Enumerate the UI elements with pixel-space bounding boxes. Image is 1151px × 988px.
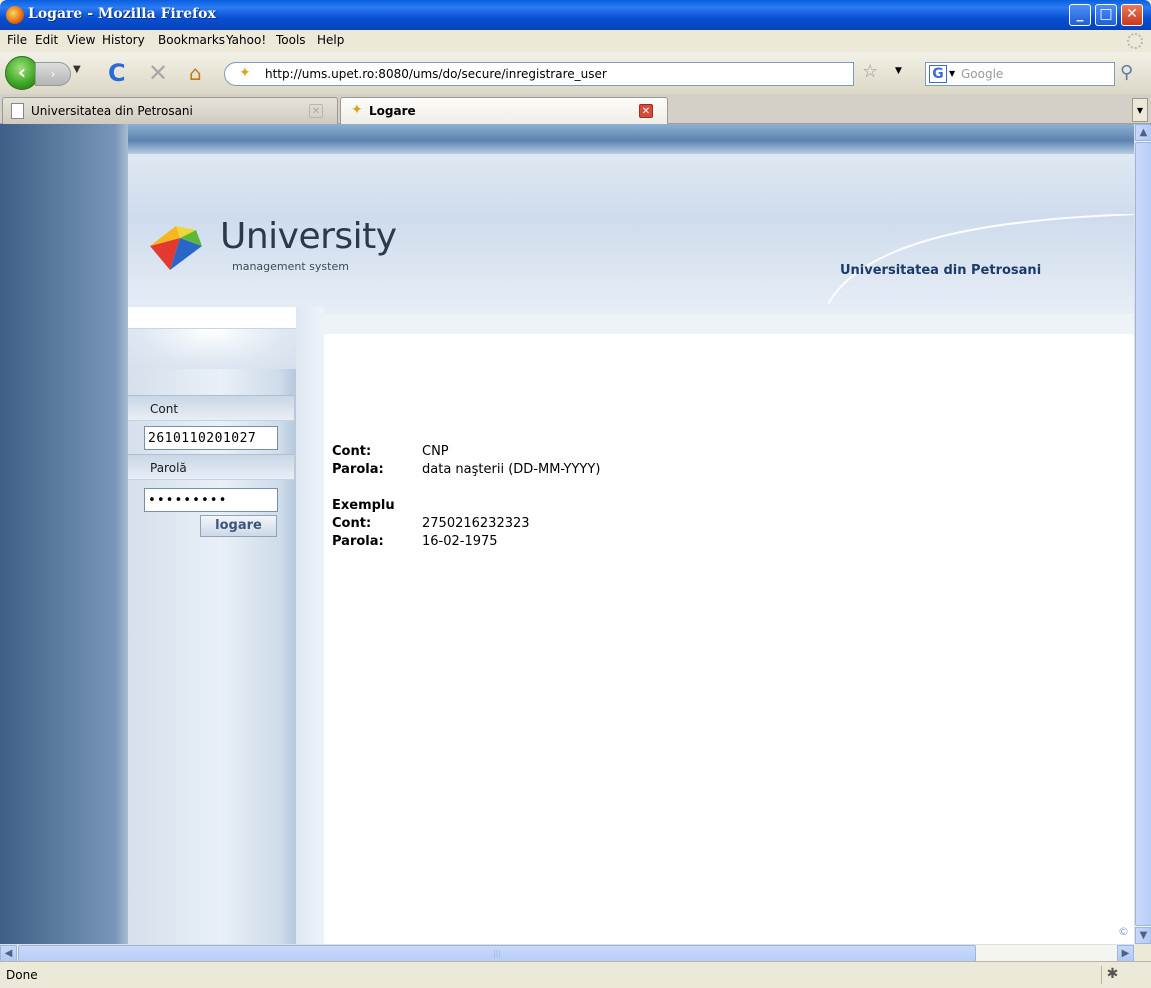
menu-help[interactable]: Help — [317, 33, 344, 47]
maximize-button[interactable]: □ — [1095, 4, 1117, 26]
info-password-label: Parola: — [332, 462, 384, 477]
scrollbar-corner — [1134, 944, 1151, 961]
search-bar[interactable]: G ▼ Google — [925, 62, 1115, 86]
scroll-down-icon[interactable]: ▼ — [1135, 927, 1151, 944]
close-window-button[interactable]: ✕ — [1121, 4, 1143, 26]
forward-button[interactable]: › — [35, 62, 71, 86]
scroll-left-icon[interactable]: ◀ — [0, 945, 17, 962]
logo-subtitle: management system — [232, 260, 349, 273]
horizontal-scroll-thumb[interactable]: ||| — [18, 945, 976, 962]
example-password-label: Parola: — [332, 534, 384, 549]
search-input[interactable]: Google — [961, 67, 1003, 81]
address-bar[interactable]: ✦ http://ums.upet.ro:8080/ums/do/secure/… — [224, 62, 854, 86]
vertical-scrollbar[interactable]: ▲ ▼ — [1134, 124, 1151, 944]
page-icon — [11, 103, 24, 119]
tab-logare[interactable]: ✦ Logare ✕ — [340, 97, 668, 124]
tab-label: Logare — [369, 104, 416, 118]
tab-universitatea[interactable]: Universitatea din Petrosani ✕ — [2, 97, 338, 124]
content-area: Cont: CNP Parola: data naşterii (DD-MM-Y… — [324, 334, 1134, 944]
menu-bar: File Edit View History Bookmarks Yahoo! … — [0, 30, 1151, 52]
bookmark-star-icon[interactable]: ☆ — [862, 61, 878, 82]
logo-title: University — [220, 216, 397, 257]
url-dropdown-icon[interactable]: ▼ — [895, 66, 902, 76]
home-button[interactable]: ⌂ — [189, 61, 202, 85]
password-input[interactable]: ••••••••• — [144, 488, 278, 512]
horizontal-scrollbar[interactable]: ◀ ||| ▶ — [0, 944, 1151, 962]
firefox-icon — [6, 6, 24, 24]
search-engine-dropdown-icon[interactable]: ▼ — [949, 69, 955, 78]
info-password-value: data naşterii (DD-MM-YYYY) — [422, 462, 601, 477]
url-text[interactable]: http://ums.upet.ro:8080/ums/do/secure/in… — [265, 67, 607, 81]
page-left-margin — [0, 124, 128, 944]
menu-tools[interactable]: Tools — [276, 33, 306, 47]
scroll-right-icon[interactable]: ▶ — [1117, 945, 1134, 962]
site-favicon-icon: ✦ — [351, 102, 363, 118]
minimize-button[interactable]: _ — [1069, 4, 1091, 26]
close-tab-icon[interactable]: ✕ — [639, 104, 653, 118]
status-text: Done — [6, 968, 38, 982]
menu-history[interactable]: History — [102, 33, 145, 47]
header-swoosh — [827, 214, 1134, 304]
menu-edit[interactable]: Edit — [35, 33, 58, 47]
menu-view[interactable]: View — [67, 33, 95, 47]
account-input[interactable]: 2610110201027 — [144, 426, 278, 450]
addon-bug-icon[interactable]: ✱ — [1101, 966, 1123, 984]
history-dropdown-icon[interactable]: ▼ — [73, 64, 81, 75]
sidebar-shadow — [296, 307, 324, 944]
ums-logo-icon — [150, 226, 202, 270]
login-button[interactable]: logare — [200, 515, 277, 537]
header-band — [128, 124, 1134, 154]
window-titlebar[interactable]: Logare - Mozilla Firefox _ □ ✕ — [0, 0, 1151, 30]
example-account-value: 2750216232323 — [422, 516, 530, 531]
search-engine-icon[interactable]: G — [929, 65, 947, 83]
search-go-icon[interactable]: ⚲ — [1120, 62, 1133, 83]
vertical-scroll-thumb[interactable] — [1135, 142, 1151, 926]
password-label: Parolă — [128, 454, 294, 480]
status-bar: Done ✱ — [0, 961, 1151, 988]
menu-bookmarks[interactable]: Bookmarks — [158, 33, 225, 47]
site-favicon-icon: ✦ — [239, 65, 251, 81]
menu-file[interactable]: File — [7, 33, 27, 47]
university-name: Universitatea din Petrosani — [840, 263, 1042, 278]
throbber-icon — [1127, 33, 1143, 49]
navigation-toolbar: ‹ › ▼ C ✕ ⌂ ✦ http://ums.upet.ro:8080/um… — [0, 52, 1151, 94]
stop-button[interactable]: ✕ — [148, 59, 168, 87]
account-label: Cont — [128, 395, 294, 421]
page-viewport: University management system Universitat… — [0, 124, 1134, 944]
window-title: Logare - Mozilla Firefox — [28, 6, 216, 22]
info-account-label: Cont: — [332, 444, 372, 459]
example-password-value: 16-02-1975 — [422, 534, 498, 549]
example-account-label: Cont: — [332, 516, 372, 531]
tab-strip: Universitatea din Petrosani ✕ ✦ Logare ✕ — [0, 94, 1151, 124]
back-button[interactable]: ‹ — [5, 56, 39, 90]
close-tab-icon[interactable]: ✕ — [309, 104, 323, 118]
sidebar-top — [128, 307, 296, 329]
info-account-value: CNP — [422, 444, 449, 459]
menu-yahoo[interactable]: Yahoo! — [226, 33, 266, 47]
sidebar-curve — [128, 329, 296, 369]
tab-label: Universitatea din Petrosani — [31, 104, 193, 118]
page-main: University management system Universitat… — [128, 124, 1134, 944]
scroll-up-icon[interactable]: ▲ — [1135, 124, 1151, 141]
copyright-icon: © — [1118, 925, 1129, 938]
example-heading: Exemplu — [332, 498, 395, 513]
reload-button[interactable]: C — [108, 59, 126, 87]
list-all-tabs-button[interactable]: ▼ — [1132, 98, 1148, 122]
